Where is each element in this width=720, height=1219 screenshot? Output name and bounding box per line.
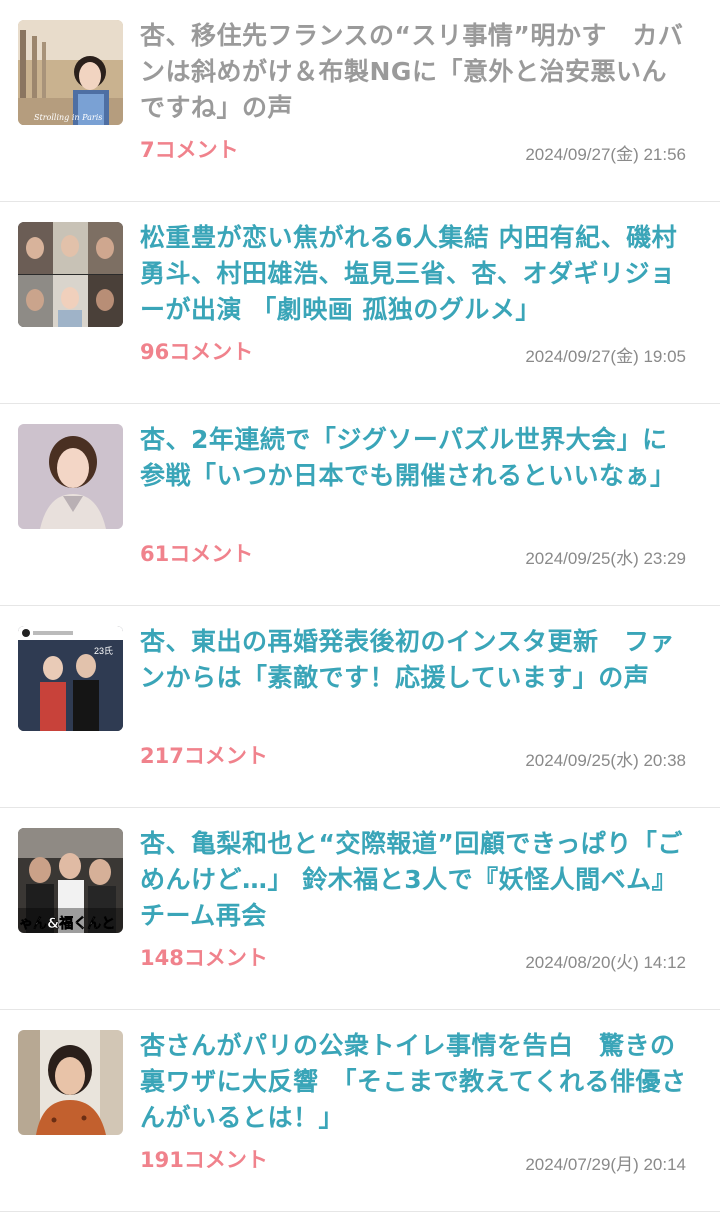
article-date: 2024/09/25(水) 23:29 <box>525 549 686 568</box>
article-item[interactable]: Strolling in Paris 杏、移住先フランスの“スリ事情”明かす カ… <box>0 0 720 202</box>
thumbnail-caption: Strolling in Paris <box>34 113 102 122</box>
thumbnail-caption: 23氏 <box>94 646 113 656</box>
article-item[interactable]: 23氏 杏、東出の再婚発表後初のインスタ更新 ファンからは「素敵です！応援してい… <box>0 606 720 808</box>
article-thumbnail[interactable] <box>18 222 123 327</box>
article-thumbnail[interactable] <box>18 424 123 529</box>
article-date: 2024/09/27(金) 19:05 <box>525 347 686 366</box>
article-thumbnail[interactable] <box>18 1030 123 1135</box>
article-title[interactable]: 杏、移住先フランスの“スリ事情”明かす カバンは斜めがけ＆布製NGに「意外と治安… <box>140 18 688 126</box>
article-item[interactable]: 杏、2年連続で「ジグソーパズル世界大会」に参戦「いつか日本でも開催されるといいな… <box>0 404 720 606</box>
thumbnail-caption: ゃん&福くんと <box>19 915 115 932</box>
comment-count[interactable]: 96コメント <box>140 336 253 366</box>
article-date: 2024/07/29(月) 20:14 <box>525 1155 686 1174</box>
article-title[interactable]: 杏さんがパリの公衆トイレ事情を告白 驚きの裏ワザに大反響 「そこまで教えてくれる… <box>140 1028 688 1136</box>
article-title[interactable]: 杏、亀梨和也と“交際報道”回顧できっぱり「ごめんけど…」 鈴木福と3人で『妖怪人… <box>140 826 688 934</box>
comment-count[interactable]: 7コメント <box>140 134 239 164</box>
article-thumbnail[interactable]: Strolling in Paris <box>18 20 123 125</box>
article-thumbnail[interactable]: ゃん&福くんと <box>18 828 123 933</box>
article-title[interactable]: 松重豊が恋い焦がれる6人集結 内田有紀、磯村勇斗、村田雄浩、塩見三省、杏、オダギ… <box>140 220 688 328</box>
article-item[interactable]: 松重豊が恋い焦がれる6人集結 内田有紀、磯村勇斗、村田雄浩、塩見三省、杏、オダギ… <box>0 202 720 404</box>
article-title[interactable]: 杏、2年連続で「ジグソーパズル世界大会」に参戦「いつか日本でも開催されるといいな… <box>140 422 688 494</box>
article-date: 2024/08/20(火) 14:12 <box>525 953 686 972</box>
comment-count[interactable]: 61コメント <box>140 538 253 568</box>
article-item[interactable]: 杏さんがパリの公衆トイレ事情を告白 驚きの裏ワザに大反響 「そこまで教えてくれる… <box>0 1010 720 1212</box>
comment-count[interactable]: 217コメント <box>140 740 268 770</box>
article-date: 2024/09/25(水) 20:38 <box>525 751 686 770</box>
comment-count[interactable]: 148コメント <box>140 942 268 972</box>
article-item[interactable]: ゃん&福くんと 杏、亀梨和也と“交際報道”回顧できっぱり「ごめんけど…」 鈴木福… <box>0 808 720 1010</box>
article-list: Strolling in Paris 杏、移住先フランスの“スリ事情”明かす カ… <box>0 0 720 1219</box>
article-thumbnail[interactable]: 23氏 <box>18 626 123 731</box>
comment-count[interactable]: 191コメント <box>140 1144 268 1174</box>
article-title[interactable]: 杏、東出の再婚発表後初のインスタ更新 ファンからは「素敵です！応援しています」の… <box>140 624 688 696</box>
article-date: 2024/09/27(金) 21:56 <box>525 145 686 164</box>
